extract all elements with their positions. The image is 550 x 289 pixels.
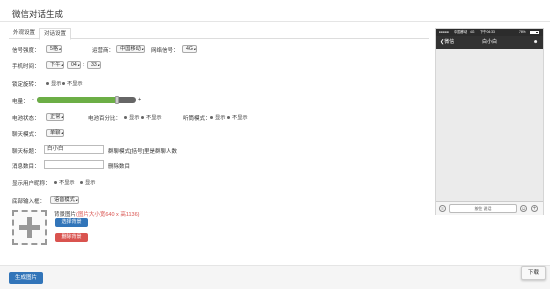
signal-select[interactable]: 5格 — [46, 45, 63, 53]
chat-title-label: 聊天标题： — [12, 149, 40, 155]
show-nick-hide-text: 不显示 — [59, 180, 75, 186]
carrier-label: 运营商： — [92, 48, 115, 54]
battery-status-select[interactable]: 正常 — [46, 113, 65, 121]
phone-network: 4G — [470, 30, 475, 34]
time-hour-select[interactable]: 04 — [67, 61, 81, 69]
phone-chat-title: 白小白 — [481, 39, 497, 45]
carrier-select[interactable]: 中国移动 — [116, 45, 145, 53]
input-mode-select[interactable]: 语音模式 — [50, 196, 79, 204]
title-divider — [0, 21, 550, 22]
battery-percent-hide-radio[interactable]: 不显示 — [141, 114, 162, 121]
time-minute-select[interactable]: 33 — [87, 61, 101, 69]
emoji-icon: ☺ — [520, 205, 527, 212]
delete-background-button[interactable]: 删除背景 — [55, 233, 88, 242]
plus-circle-icon: + — [531, 205, 538, 212]
phone-nav-bar: ❮微信 白小白 ☻ — [436, 36, 543, 49]
battery-minus[interactable]: - — [32, 97, 34, 103]
battery-plus[interactable]: + — [138, 97, 141, 103]
input-mode-label: 底部输入框： — [12, 199, 46, 205]
rotation-hide-text: 不显示 — [67, 81, 83, 87]
chat-mode-select[interactable]: 单聊 — [46, 129, 65, 137]
bg-label: 背景图片(图片大小宽640 x 高1136) — [54, 210, 140, 218]
download-button[interactable]: 下载 — [521, 266, 546, 280]
rotation-label: 锁定旋转： — [12, 82, 40, 88]
earpiece-hide-radio[interactable]: 不显示 — [227, 114, 248, 121]
hold-to-talk-button[interactable]: 按住 说话 — [449, 204, 517, 213]
plus-icon — [19, 217, 40, 238]
radio-dot-icon — [227, 116, 230, 120]
signal-dots-icon: ●●●●● — [439, 30, 449, 34]
background-upload-box[interactable] — [12, 210, 47, 245]
rotation-hide-radio[interactable]: 不显示 — [62, 80, 83, 87]
tab-dialog[interactable]: 对话设置 — [39, 28, 72, 40]
radio-dot-icon — [46, 82, 49, 86]
time-separator: : — [83, 62, 85, 68]
battery-percent-label: 电池百分比： — [88, 116, 122, 122]
user-icon: ☻ — [533, 39, 539, 45]
battery-percent-show-text: 显示 — [129, 115, 140, 121]
network-label: 网络信号： — [151, 48, 179, 54]
show-nick-show-radio[interactable]: 显示 — [80, 179, 95, 186]
time-label: 手机时间： — [12, 64, 40, 70]
radio-dot-icon — [210, 116, 213, 120]
battery-status-label: 电池状态： — [12, 116, 40, 122]
tab-appearance[interactable]: 外观设置 — [9, 28, 39, 39]
phone-carrier: 中国移动 — [454, 30, 468, 34]
msg-count-delete-link[interactable]: 删除数目 — [108, 162, 130, 170]
radio-dot-icon — [141, 116, 144, 120]
time-ampm-select[interactable]: 下午 — [46, 61, 65, 69]
battery-percent-hide-text: 不显示 — [146, 115, 162, 121]
battery-slider-fill — [37, 97, 115, 103]
battery-label: 电量： — [12, 99, 29, 105]
earpiece-label: 听筒模式： — [183, 116, 211, 122]
earpiece-show-radio[interactable]: 显示 — [210, 114, 225, 121]
bottom-action-bar: 生成图片 — [0, 265, 550, 289]
page-title: 微信对话生成 — [12, 9, 64, 19]
earpiece-show-text: 显示 — [215, 115, 226, 121]
rotation-show-radio[interactable]: 显示 — [46, 80, 61, 87]
show-nick-hide-radio[interactable]: 不显示 — [54, 179, 75, 186]
phone-time: 下午04:33 — [480, 30, 495, 34]
network-select[interactable]: 4G — [182, 45, 197, 53]
phone-status-bar: ●●●●● 中国移动 4G 下午04:33 76% — [436, 29, 543, 36]
show-nick-show-text: 显示 — [85, 180, 96, 186]
radio-dot-icon — [80, 181, 83, 185]
msg-count-label: 消息数目： — [12, 164, 40, 170]
phone-input-bar: ☰ 按住 说话 ☺ + — [436, 201, 543, 215]
chat-title-hint: 群聊模式[括号]里是群聊人数 — [108, 149, 178, 155]
chat-title-input[interactable]: 白小白 — [44, 145, 104, 154]
settings-tabs: 外观设置 对话设置 — [9, 28, 429, 40]
show-nick-label: 显示用户昵称： — [12, 181, 51, 187]
rotation-show-text: 显示 — [51, 81, 62, 87]
battery-slider-handle[interactable] — [115, 96, 119, 104]
select-background-button[interactable]: 选择背景 — [55, 218, 88, 227]
phone-battery-text: 76% — [519, 30, 526, 34]
battery-slider[interactable] — [37, 96, 136, 104]
phone-preview: ●●●●● 中国移动 4G 下午04:33 76% ❮微信 白小白 ☻ ☰ 按住… — [435, 28, 544, 215]
msg-count-input[interactable] — [44, 160, 104, 169]
radio-dot-icon — [54, 181, 57, 185]
voice-icon: ☰ — [439, 205, 446, 212]
generate-image-button[interactable]: 生成图片 — [9, 272, 43, 284]
chat-mode-label: 聊天模式： — [12, 132, 40, 138]
battery-icon — [530, 31, 539, 34]
radio-dot-icon — [124, 116, 127, 120]
radio-dot-icon — [62, 82, 65, 86]
signal-label: 信号强度： — [12, 48, 40, 54]
earpiece-hide-text: 不显示 — [232, 115, 248, 121]
battery-percent-show-radio[interactable]: 显示 — [124, 114, 139, 121]
